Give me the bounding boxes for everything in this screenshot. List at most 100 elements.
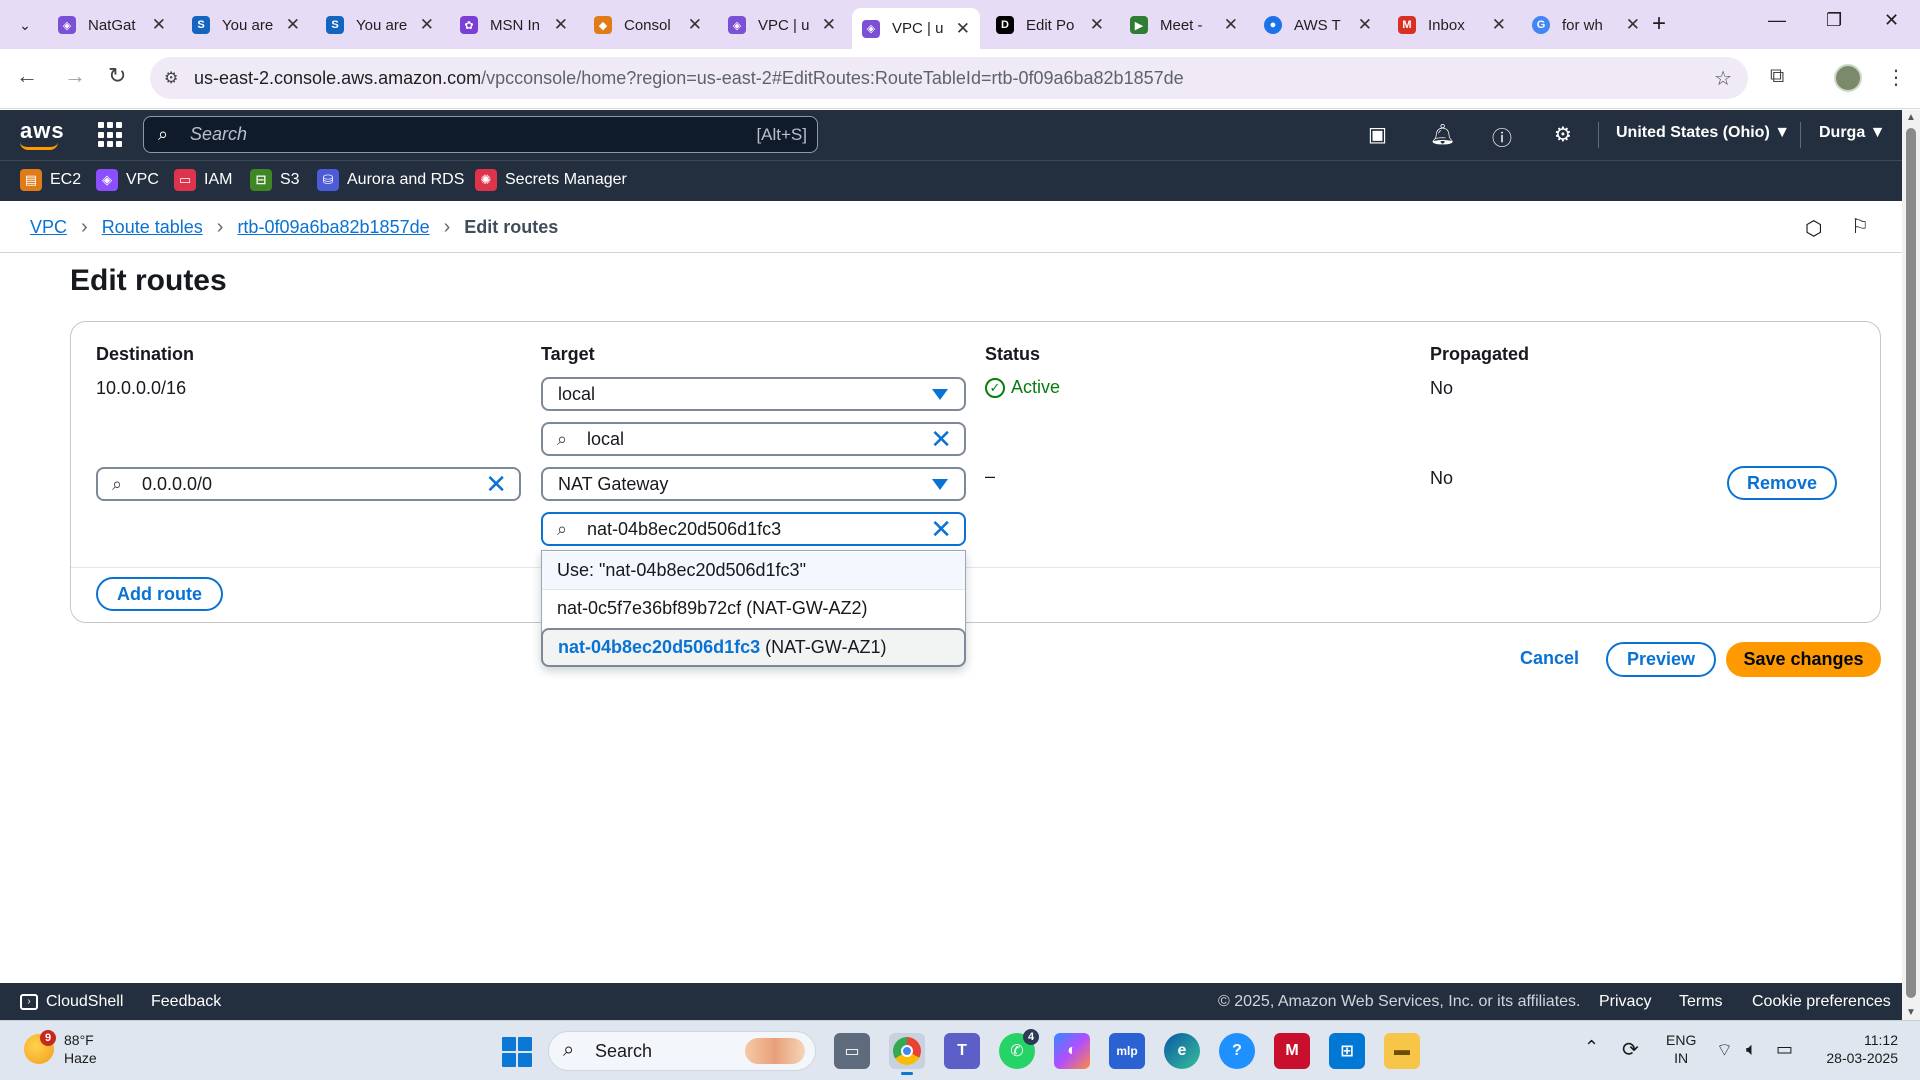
favorite-s3[interactable]: ⊟ S3 [250,169,300,191]
reload-icon[interactable]: ↻ [108,63,126,89]
favorite-secrets-manager[interactable]: ✺ Secrets Manager [475,169,627,191]
add-route-button[interactable]: Add route [96,577,223,611]
browser-tab[interactable]: ◆ Consol ✕ [584,8,712,42]
aws-search-input[interactable]: ⌕ Search [Alt+S] [143,116,818,153]
volume-icon[interactable]: 🔈︎ [1746,1039,1757,1060]
clear-icon[interactable]: ✕ [930,425,952,453]
browser-tab[interactable]: ◈ NatGat ✕ [48,8,176,42]
target-search-input[interactable]: ⌕ local ✕ [541,422,966,456]
scroll-down-icon[interactable]: ▼ [1906,1007,1916,1018]
close-icon[interactable]: ✕ [1224,15,1238,35]
taskbar-search-input[interactable]: ⌕ Search [548,1031,816,1071]
settings-gear-icon[interactable]: ⚙ [1554,122,1572,147]
browser-tab[interactable]: S You are ✕ [316,8,444,42]
close-icon[interactable]: ✕ [152,15,166,35]
feedback-panel-icon[interactable]: ⚐ [1851,214,1869,239]
mylp-icon[interactable]: mlp [1109,1033,1145,1069]
clock[interactable]: 11:12 28-03-2025 [1818,1031,1898,1067]
favorite-ec2[interactable]: ▤ EC2 [20,169,81,191]
destination-search-input[interactable]: ⌕ 0.0.0.0/0 ✕ [96,467,521,501]
breadcrumb-route-table-id[interactable]: rtb-0f09a6ba82b1857de [237,217,429,238]
save-changes-button[interactable]: Save changes [1726,642,1881,677]
task-view-icon[interactable]: ▭ [834,1033,870,1069]
help-icon[interactable]: ⓘ [1492,122,1512,151]
restore-icon[interactable]: ❐ [1826,10,1842,31]
terms-link[interactable]: Terms [1679,993,1723,1011]
browser-tab-active[interactable]: ◈ VPC | u ✕ [852,8,980,49]
close-icon[interactable]: ✕ [286,15,300,35]
window-close-icon[interactable]: ✕ [1884,10,1899,31]
close-icon[interactable]: ✕ [554,15,568,35]
clear-icon[interactable]: ✕ [930,515,952,543]
forward-arrow-icon[interactable]: → [64,63,86,89]
browser-tab[interactable]: G for wh ✕ [1522,8,1650,42]
teams-icon[interactable]: T [944,1033,980,1069]
close-icon[interactable]: ✕ [1626,15,1640,35]
file-explorer-icon[interactable]: ▬ [1384,1033,1420,1069]
help-tips-icon[interactable]: ? [1219,1033,1255,1069]
dropdown-option-use[interactable]: Use: "nat-04b8ec20d506d1fc3" [542,552,965,589]
close-icon[interactable]: ✕ [1090,15,1104,35]
cookie-preferences-link[interactable]: Cookie preferences [1752,993,1891,1011]
remove-route-button[interactable]: Remove [1727,466,1837,500]
favorite-rds[interactable]: ⛁ Aurora and RDS [317,169,464,191]
mcafee-icon[interactable]: M [1274,1033,1310,1069]
close-icon[interactable]: ✕ [420,15,434,35]
cloudshell-link[interactable]: › CloudShell [20,993,123,1011]
tab-search-chevron-icon[interactable]: ⌄ [10,11,40,39]
cloudshell-icon[interactable]: ▣ [1368,122,1387,147]
target-type-select[interactable]: local [541,377,966,411]
close-icon[interactable]: ✕ [822,15,836,35]
back-arrow-icon[interactable]: ← [16,63,38,89]
close-icon[interactable]: ✕ [1492,15,1506,35]
chrome-icon[interactable] [889,1033,925,1075]
notifications-bell-icon[interactable]: 🔔︎ [1430,122,1455,147]
breadcrumb-route-tables[interactable]: Route tables [102,217,203,238]
browser-tab[interactable]: ● AWS T ✕ [1254,8,1382,42]
close-icon[interactable]: ✕ [1358,15,1372,35]
edge-icon[interactable]: e [1164,1033,1200,1069]
close-icon[interactable]: ✕ [956,19,970,39]
whatsapp-icon[interactable]: ✆ 4 [999,1029,1039,1069]
sync-icon[interactable]: ⟳ [1622,1037,1639,1062]
show-hidden-icons-chevron-icon[interactable]: ⌃ [1584,1037,1599,1058]
browser-tab[interactable]: S You are ✕ [182,8,310,42]
page-scrollbar[interactable]: ▲ ▼ [1902,110,1920,1020]
services-grid-icon[interactable] [98,122,124,148]
wifi-icon[interactable]: ⌔ [1716,1039,1733,1062]
scroll-up-icon[interactable]: ▲ [1906,112,1916,123]
dropdown-option-selected[interactable]: nat-04b8ec20d506d1fc3 (NAT-GW-AZ1) [541,628,966,667]
browser-menu-icon[interactable]: ⋮ [1886,65,1906,90]
region-selector[interactable]: United States (Ohio) ▼ [1616,124,1790,142]
site-info-icon[interactable]: ⚙ [164,68,178,88]
new-tab-plus-icon[interactable]: + [1652,10,1666,38]
breadcrumb-vpc[interactable]: VPC [30,217,67,238]
extensions-icon[interactable]: ⧉ [1770,65,1784,88]
weather-widget[interactable]: 9 88°F Haze [24,1030,97,1067]
bookmark-star-icon[interactable]: ☆ [1714,66,1732,91]
scrollbar-thumb[interactable] [1906,128,1916,998]
favorite-vpc[interactable]: ◈ VPC [96,169,159,191]
browser-tab[interactable]: M Inbox ✕ [1388,8,1516,42]
profile-avatar[interactable] [1834,64,1862,92]
target-id-search-input[interactable]: ⌕ nat-04b8ec20d506d1fc3 ✕ [541,512,966,546]
url-bar[interactable]: ⚙ us-east-2.console.aws.amazon.com/vpcco… [150,57,1748,99]
ms-store-icon[interactable]: ⊞ [1329,1033,1365,1069]
account-menu[interactable]: Durga ▼ [1819,124,1886,142]
browser-tab[interactable]: ◈ VPC | u ✕ [718,8,846,42]
aws-logo[interactable]: aws [20,118,65,150]
favorite-iam[interactable]: ▭ IAM [174,169,232,191]
battery-icon[interactable]: ▭ [1776,1039,1793,1060]
target-type-select[interactable]: NAT Gateway [541,467,966,501]
copilot-icon[interactable]: ◐ [1054,1033,1090,1069]
windows-start-icon[interactable] [502,1037,532,1067]
feedback-link[interactable]: Feedback [151,993,221,1011]
browser-tab[interactable]: ✿ MSN In ✕ [450,8,578,42]
close-icon[interactable]: ✕ [688,15,702,35]
browser-tab[interactable]: ▶ Meet - ✕ [1120,8,1248,42]
clear-icon[interactable]: ✕ [485,470,507,498]
minimize-icon[interactable]: — [1768,10,1786,31]
language-indicator[interactable]: ENG IN [1666,1031,1696,1067]
cancel-button[interactable]: Cancel [1520,648,1579,669]
preview-button[interactable]: Preview [1606,642,1716,677]
